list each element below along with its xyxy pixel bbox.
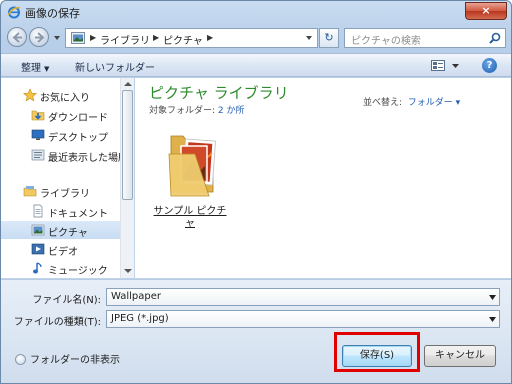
address-bar[interactable]: ▶ ライブラリ ▶ ピクチャ ▶ xyxy=(65,28,318,48)
view-options-icon[interactable] xyxy=(431,60,445,71)
nav-item-music[interactable]: ミュージック xyxy=(1,259,120,277)
address-dropdown-icon[interactable] xyxy=(305,34,313,42)
scrollbar-thumb[interactable] xyxy=(122,90,133,200)
nav-item-documents[interactable]: ドキュメント xyxy=(1,202,120,220)
desktop-icon xyxy=(31,129,45,140)
nav-label: 最近表示した場所 xyxy=(48,153,120,164)
download-folder-icon xyxy=(31,110,45,121)
breadcrumb-libraries[interactable]: ライブラリ xyxy=(100,32,150,47)
filename-value: Wallpaper xyxy=(111,291,162,302)
back-button[interactable] xyxy=(7,27,27,47)
organize-menu[interactable]: 整理 ▼ xyxy=(21,59,49,74)
breadcrumb-separator-icon[interactable]: ▶ xyxy=(153,33,159,42)
new-folder-button[interactable]: 新しいフォルダー xyxy=(75,59,155,74)
nav-label: ミュージック xyxy=(48,266,108,277)
view-dropdown-icon[interactable] xyxy=(452,63,459,69)
nav-item-libraries[interactable]: ライブラリ xyxy=(1,182,120,200)
breadcrumb-separator-icon[interactable]: ▶ xyxy=(90,33,96,42)
sample-pictures-folder-icon xyxy=(168,135,216,197)
target-folders-label: 対象フォルダー: xyxy=(149,106,216,116)
nav-label: デスクトップ xyxy=(48,133,108,144)
library-subtitle: 対象フォルダー: 2 か所 xyxy=(149,103,245,116)
filetype-dropdown-icon[interactable] xyxy=(489,317,496,322)
search-input[interactable]: ピクチャの検索 xyxy=(344,28,506,48)
hide-folders-label: フォルダーの非表示 xyxy=(30,355,120,366)
arrange-by-dropdown[interactable]: フォルダー ▾ xyxy=(408,98,460,108)
music-icon xyxy=(33,262,42,274)
recent-places-icon xyxy=(31,149,45,161)
library-icon xyxy=(23,186,37,197)
nav-item-pictures[interactable]: ピクチャ xyxy=(1,221,120,239)
nav-label: お気に入り xyxy=(40,93,90,104)
dialog-footer: フォルダーの非表示 保存(S) キャンセル xyxy=(1,339,511,383)
pictures-icon xyxy=(31,224,45,236)
filename-field[interactable]: Wallpaper xyxy=(106,288,500,306)
nav-label: ライブラリ xyxy=(40,189,90,200)
arrange-label: 並べ替え: xyxy=(363,98,403,108)
hide-folders-toggle[interactable]: フォルダーの非表示 xyxy=(15,351,120,366)
star-icon xyxy=(23,88,37,102)
history-dropdown-icon[interactable] xyxy=(53,34,61,42)
title-bar[interactable]: 画像の保存 × xyxy=(1,1,511,23)
breadcrumb-pictures[interactable]: ピクチャ xyxy=(163,32,203,47)
help-icon[interactable]: ? xyxy=(482,58,497,73)
filename-label: ファイル名(N): xyxy=(32,295,101,306)
filetype-value: JPEG (*.jpg) xyxy=(111,313,169,324)
nav-item-desktop[interactable]: デスクトップ xyxy=(1,126,120,144)
scroll-up-icon[interactable] xyxy=(124,81,132,87)
arrange-by: 並べ替え: フォルダー ▾ xyxy=(363,95,460,108)
nav-label: ダウンロード xyxy=(48,113,108,124)
filetype-select[interactable]: JPEG (*.jpg) xyxy=(106,310,500,328)
scroll-down-icon[interactable] xyxy=(124,268,132,274)
collapse-chevron-icon xyxy=(15,354,26,365)
pictures-library-icon xyxy=(71,32,85,44)
arrange-value: フォルダー xyxy=(407,98,453,108)
save-form: ファイル名(N): Wallpaper ファイルの種類(T): JPEG (*.… xyxy=(1,279,511,339)
nav-scrollbar[interactable] xyxy=(120,78,134,278)
nav-item-downloads[interactable]: ダウンロード xyxy=(1,106,120,124)
list-item[interactable]: サンプル ピクチャ xyxy=(149,124,231,229)
close-button[interactable]: × xyxy=(465,2,507,20)
cancel-button[interactable]: キャンセル xyxy=(424,345,496,367)
forward-arrow-icon xyxy=(35,32,45,43)
nav-label: ピクチャ xyxy=(48,228,88,239)
window-title: 画像の保存 xyxy=(25,7,80,20)
organize-dropdown-icon: ▼ xyxy=(44,65,50,73)
command-toolbar: 整理 ▼ 新しいフォルダー ? xyxy=(1,53,511,77)
library-title: ピクチャ ライブラリ xyxy=(149,84,289,102)
address-row: ▶ ライブラリ ▶ ピクチャ ▶ ↻ ピクチャの検索 xyxy=(1,25,511,51)
save-button-highlight xyxy=(334,332,420,372)
filename-dropdown-icon[interactable] xyxy=(489,295,496,300)
target-folders-link[interactable]: 2 か所 xyxy=(218,106,245,116)
back-arrow-icon xyxy=(12,32,22,43)
forward-button[interactable] xyxy=(29,27,49,47)
refresh-button[interactable]: ↻ xyxy=(319,28,339,48)
nav-item-favorites[interactable]: お気に入り xyxy=(1,86,120,104)
navigation-pane[interactable]: お気に入り ダウンロード デスクトップ 最近表示した場所 ライブラリ ドキュメン… xyxy=(1,78,134,278)
breadcrumb-separator-icon[interactable]: ▶ xyxy=(207,33,213,42)
nav-label: ビデオ xyxy=(48,247,78,258)
refresh-icon: ↻ xyxy=(324,31,334,44)
internet-explorer-icon xyxy=(7,6,21,19)
nav-item-recent-places[interactable]: 最近表示した場所 xyxy=(1,146,120,164)
nav-label: ドキュメント xyxy=(48,209,108,220)
documents-icon xyxy=(33,204,43,218)
organize-label: 整理 xyxy=(21,63,41,74)
file-list-pane[interactable]: ピクチャ ライブラリ 対象フォルダー: 2 か所 並べ替え: フォルダー ▾ サ… xyxy=(135,78,511,278)
save-image-dialog: 画像の保存 × ▶ ライブラリ ▶ ピクチャ ▶ ↻ ピクチャの検索 整理 ▼ … xyxy=(0,0,512,384)
search-icon[interactable] xyxy=(489,32,501,44)
nav-item-videos[interactable]: ビデオ xyxy=(1,240,120,258)
videos-icon xyxy=(31,243,45,255)
filetype-label: ファイルの種類(T): xyxy=(13,317,101,328)
search-placeholder: ピクチャの検索 xyxy=(351,36,421,47)
item-label[interactable]: サンプル ピクチャ xyxy=(149,206,231,230)
